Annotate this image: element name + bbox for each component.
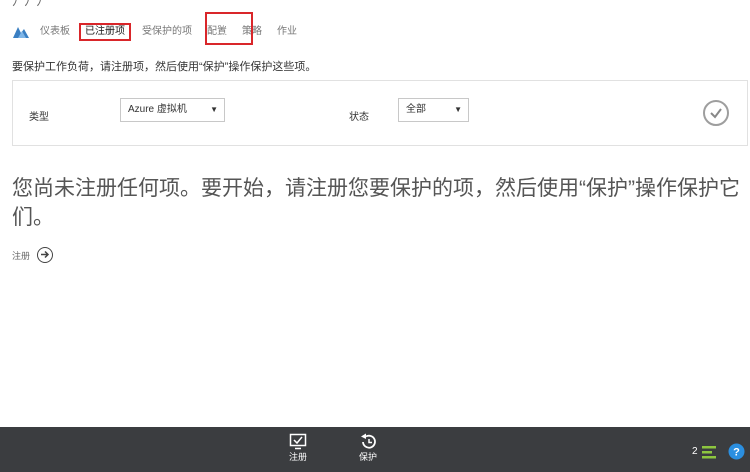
discover-icon xyxy=(221,18,238,31)
arrow-right-icon xyxy=(37,247,54,263)
dropdown-arrow-icon: ▼ xyxy=(454,105,462,114)
status-select[interactable]: 全部 ▼ xyxy=(398,98,469,122)
notification-list-icon[interactable] xyxy=(701,444,717,460)
apply-filter-button[interactable] xyxy=(703,100,729,126)
type-label: 类型 xyxy=(29,112,49,123)
register-link[interactable]: 注册 xyxy=(12,247,54,263)
discover-label: 发现 xyxy=(219,33,238,43)
tab-dashboard[interactable]: 仪表板 xyxy=(40,25,70,39)
register-label: 注册 xyxy=(288,452,307,462)
help-icon[interactable]: ? xyxy=(728,443,745,460)
cropped-header-glyphs: ﾉ ﾉ ﾉ xyxy=(12,0,44,9)
backup-cloud-logo-icon xyxy=(13,27,29,38)
tab-registered-items[interactable]: 已注册项 xyxy=(79,23,131,41)
protect-icon xyxy=(361,433,376,449)
register-icon xyxy=(289,433,307,450)
status-select-value: 全部 xyxy=(406,104,426,115)
dropdown-arrow-icon: ▼ xyxy=(210,105,218,114)
svg-text:?: ? xyxy=(733,447,740,459)
type-select[interactable]: Azure 虚拟机 ▼ xyxy=(120,98,225,122)
tab-jobs[interactable]: 作业 xyxy=(277,25,297,39)
checkmark-icon xyxy=(710,108,722,119)
status-label: 状态 xyxy=(349,112,369,123)
register-button[interactable]: 注册 xyxy=(275,427,321,472)
intro-text: 要保护工作负荷，请注册项，然后使用“保护”操作保护这些项。 xyxy=(12,61,317,73)
filter-panel: 类型 Azure 虚拟机 ▼ 状态 全部 ▼ xyxy=(12,80,748,146)
type-select-value: Azure 虚拟机 xyxy=(128,104,187,115)
protect-button[interactable]: 保护 xyxy=(345,427,391,472)
tab-protected-items[interactable]: 受保护的项 xyxy=(142,25,192,39)
discover-button[interactable]: 发现 xyxy=(205,12,253,45)
protect-label: 保护 xyxy=(358,452,377,462)
tab-bar: 仪表板 已注册项 受保护的项 配置 策略 作业 xyxy=(12,23,312,41)
notification-count: 2 xyxy=(692,446,698,457)
register-link-label: 注册 xyxy=(12,250,31,261)
empty-state-message: 您尚未注册任何项。要开始，请注册您要保护的项，然后使用“保护”操作保护它们。 xyxy=(12,177,740,229)
